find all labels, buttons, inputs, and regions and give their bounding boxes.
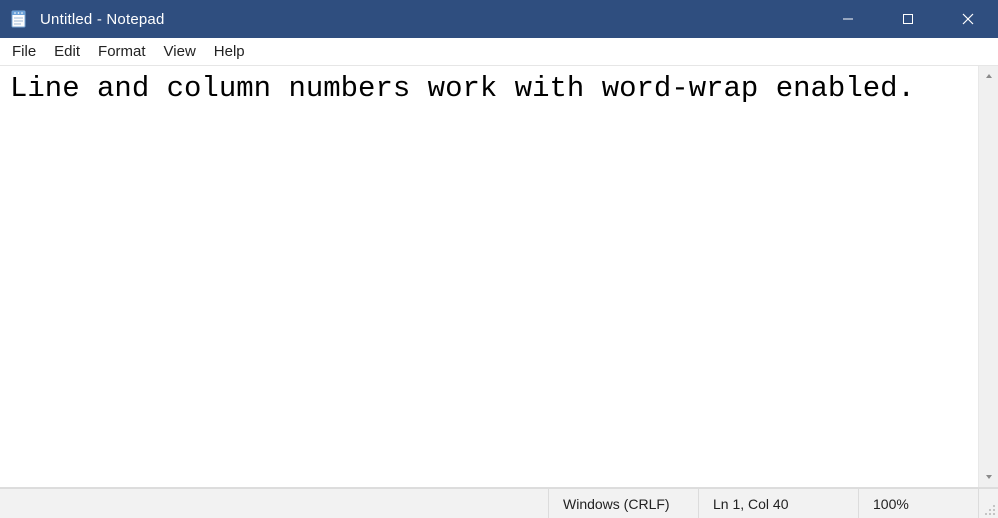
menu-edit[interactable]: Edit [46, 41, 90, 62]
scroll-down-icon[interactable] [979, 467, 998, 487]
menu-format[interactable]: Format [90, 41, 156, 62]
maximize-button[interactable] [878, 0, 938, 38]
editor-region: Line and column numbers work with word-w… [0, 66, 998, 488]
status-line-ending: Windows (CRLF) [548, 489, 698, 518]
status-caret-position: Ln 1, Col 40 [698, 489, 858, 518]
close-button[interactable] [938, 0, 998, 38]
menu-file[interactable]: File [4, 41, 46, 62]
titlebar[interactable]: Untitled - Notepad [0, 0, 998, 38]
vertical-scrollbar[interactable] [978, 66, 998, 487]
menu-help[interactable]: Help [206, 41, 255, 62]
notepad-icon [0, 10, 36, 28]
resize-grip-icon[interactable] [978, 489, 998, 518]
text-editor[interactable]: Line and column numbers work with word-w… [0, 66, 978, 487]
window-title: Untitled - Notepad [36, 11, 169, 28]
menubar: File Edit Format View Help [0, 38, 998, 66]
status-left-spacer [0, 489, 548, 518]
menu-view[interactable]: View [156, 41, 206, 62]
statusbar: Windows (CRLF) Ln 1, Col 40 100% [0, 488, 998, 518]
window-controls [818, 0, 998, 38]
scroll-up-icon[interactable] [979, 66, 998, 86]
minimize-button[interactable] [818, 0, 878, 38]
status-zoom: 100% [858, 489, 978, 518]
